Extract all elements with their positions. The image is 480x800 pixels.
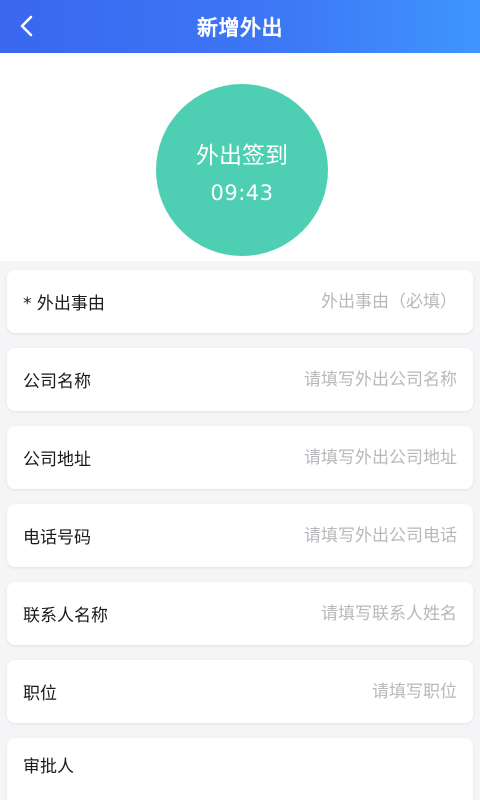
contact-name-label: 联系人名称: [23, 606, 108, 626]
phone-input[interactable]: [91, 525, 457, 546]
phone-label: 电话号码: [23, 528, 91, 548]
reason-label: * 外出事由: [23, 294, 105, 314]
approver-row[interactable]: 审批人: [7, 738, 473, 800]
back-button[interactable]: [9, 8, 45, 44]
contact-name-input[interactable]: [108, 603, 457, 624]
checkin-time: 09:43: [210, 181, 274, 205]
contact-name-row[interactable]: 联系人名称: [7, 582, 473, 645]
position-row[interactable]: 职位: [7, 660, 473, 723]
page-title: 新增外出: [197, 15, 283, 40]
reason-input[interactable]: [104, 291, 457, 312]
company-name-input[interactable]: [91, 369, 457, 390]
header-bar: 新增外出: [0, 0, 480, 53]
company-name-row[interactable]: 公司名称: [7, 348, 473, 411]
position-input[interactable]: [57, 681, 457, 702]
reason-row[interactable]: * 外出事由: [7, 270, 473, 333]
company-address-label: 公司地址: [23, 450, 91, 470]
position-label: 职位: [23, 684, 57, 704]
company-address-row[interactable]: 公司地址: [7, 426, 473, 489]
phone-row[interactable]: 电话号码: [7, 504, 473, 567]
company-name-label: 公司名称: [23, 372, 91, 392]
approver-label: 审批人: [23, 757, 74, 777]
chevron-left-icon: [20, 15, 33, 37]
company-address-input[interactable]: [91, 447, 457, 468]
checkin-label: 外出签到: [196, 143, 288, 169]
checkin-button[interactable]: 外出签到 09:43: [156, 84, 328, 256]
